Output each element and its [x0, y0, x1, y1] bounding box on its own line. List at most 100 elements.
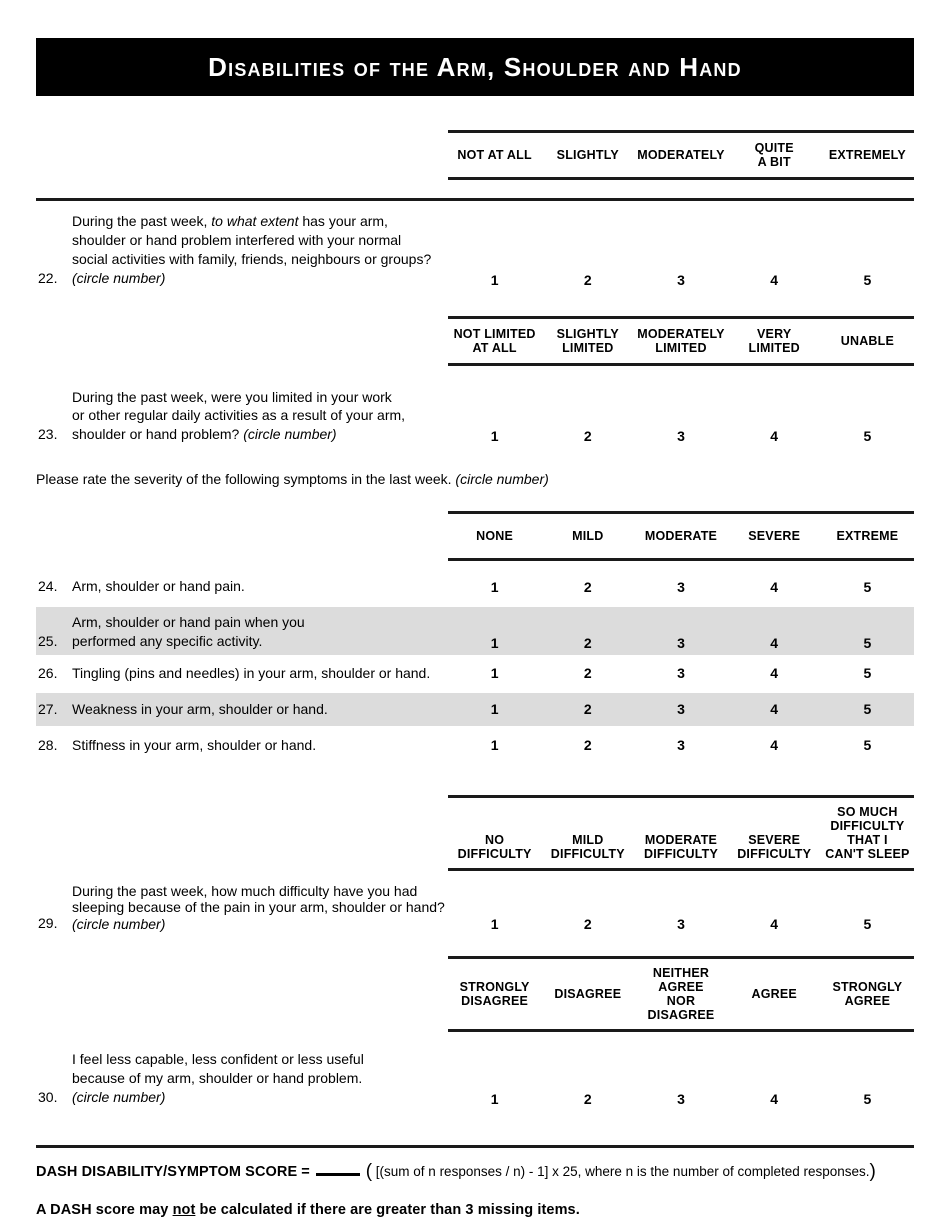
response-option-2[interactable]: 2 [541, 272, 634, 288]
question-line: During the past week, were you limited i… [72, 388, 392, 405]
question-text: During the past week, how much difficult… [72, 883, 448, 933]
response-option-5[interactable]: 5 [821, 916, 914, 932]
question-text: Weakness in your arm, shoulder or hand. [72, 700, 448, 719]
scale-label-line: MODERATELY [637, 148, 725, 162]
scale-label-line: AGREE [751, 987, 797, 1002]
question-line: or other regular daily activities as a r… [72, 407, 406, 424]
question-line: During the past week, how much difficult… [72, 882, 418, 899]
formula-close-paren: ) [869, 1161, 876, 1183]
response-option-5[interactable]: 5 [821, 579, 914, 595]
score-formula: ( [(sum of n responses / n) - 1] x 25, w… [366, 1161, 876, 1183]
question-number: 28. [38, 736, 58, 753]
response-option-5[interactable]: 5 [821, 737, 914, 753]
response-option-4[interactable]: 4 [728, 737, 821, 753]
question-number: 30. [38, 1089, 58, 1106]
dash-questionnaire-page: Disabilities of the Arm, Shoulder and Ha… [0, 0, 950, 1230]
question-row-23: 23. During the past week, were you limit… [36, 366, 914, 449]
scale-col-mild-difficulty: MILD DIFFICULTY [541, 805, 634, 861]
scale-header-agreement: STRONGLY DISAGREE DISAGREE NEITHER AGREE… [448, 956, 914, 1033]
question-number: 23. [38, 426, 58, 443]
scale-label-line: NEITHER AGREE [652, 966, 710, 995]
instruction-text: Please rate the severity of the followin… [36, 471, 456, 488]
scale-label-line: A BIT [757, 155, 791, 169]
response-option-1[interactable]: 1 [448, 665, 541, 681]
scale-label-line: SLIGHTLY [556, 148, 619, 162]
response-option-1[interactable]: 1 [448, 635, 541, 651]
response-option-2[interactable]: 2 [541, 737, 634, 753]
note-emphasis: not [172, 1202, 196, 1219]
response-option-5[interactable]: 5 [821, 272, 914, 288]
response-option-4[interactable]: 4 [728, 579, 821, 595]
question-line: Stiffness in your arm, shoulder or hand. [72, 736, 317, 753]
response-option-1[interactable]: 1 [448, 737, 541, 753]
response-option-3[interactable]: 3 [634, 428, 727, 444]
scale-label-line: CAN'T SLEEP [825, 846, 910, 861]
question-line: (circle number) [72, 916, 448, 933]
response-option-1[interactable]: 1 [448, 916, 541, 932]
response-option-5[interactable]: 5 [821, 665, 914, 681]
question-line: Weakness in your arm, shoulder or hand. [72, 700, 328, 717]
response-option-4[interactable]: 4 [728, 428, 821, 444]
scale-label-line: SEVERE [748, 832, 801, 847]
response-option-4[interactable]: 4 [728, 701, 821, 717]
scale-header-severity: NONE MILD MODERATE SEVERE EXTREME [448, 511, 914, 562]
response-option-4[interactable]: 4 [728, 665, 821, 681]
response-option-5[interactable]: 5 [821, 428, 914, 444]
response-option-2[interactable]: 2 [541, 428, 634, 444]
scale-label-line: DIFFICULTY [644, 846, 718, 861]
response-option-1[interactable]: 1 [448, 428, 541, 444]
question-number: 25. [38, 633, 58, 650]
response-option-4[interactable]: 4 [728, 916, 821, 932]
response-option-5[interactable]: 5 [821, 635, 914, 651]
response-option-2[interactable]: 2 [541, 665, 634, 681]
response-options-25: 1 2 3 4 5 [448, 635, 914, 651]
question-line: shoulder or hand problem? (circle number… [72, 425, 448, 444]
response-option-2[interactable]: 2 [541, 916, 634, 932]
response-option-5[interactable]: 5 [821, 1091, 914, 1107]
response-options-23: 1 2 3 4 5 [448, 428, 914, 444]
note-part: A DASH score may [36, 1202, 173, 1219]
question-text: Arm, shoulder or hand pain when you perf… [72, 613, 448, 651]
scale-col-severe: SEVERE [728, 521, 821, 551]
response-option-3[interactable]: 3 [634, 701, 727, 717]
response-option-2[interactable]: 2 [541, 579, 634, 595]
response-option-2[interactable]: 2 [541, 1091, 634, 1107]
response-option-3[interactable]: 3 [634, 737, 727, 753]
scale-col-moderately: MODERATELY [634, 140, 727, 170]
scale-col-extremely: EXTREMELY [821, 140, 914, 170]
question-row-28: 28. Stiffness in your arm, shoulder or h… [36, 729, 914, 762]
response-option-3[interactable]: 3 [634, 635, 727, 651]
response-option-3[interactable]: 3 [634, 916, 727, 932]
response-option-1[interactable]: 1 [448, 272, 541, 288]
dash-score-input[interactable] [315, 1164, 360, 1177]
scale-header-difficulty: NO DIFFICULTY MILD DIFFICULTY MODERATE D… [448, 794, 914, 871]
response-option-4[interactable]: 4 [728, 272, 821, 288]
scale-col-not-at-all: NOT AT ALL [448, 140, 541, 170]
response-option-3[interactable]: 3 [634, 1091, 727, 1107]
response-option-3[interactable]: 3 [634, 579, 727, 595]
response-option-1[interactable]: 1 [448, 579, 541, 595]
response-option-3[interactable]: 3 [634, 272, 727, 288]
response-option-1[interactable]: 1 [448, 701, 541, 717]
question-row-22: 22. During the past week, to what extent… [36, 201, 914, 294]
question-line: Arm, shoulder or hand pain when you [72, 614, 305, 631]
scale-label-line: LIMITED [748, 340, 800, 355]
response-option-1[interactable]: 1 [448, 1091, 541, 1107]
response-option-4[interactable]: 4 [728, 635, 821, 651]
response-option-4[interactable]: 4 [728, 1091, 821, 1107]
response-option-5[interactable]: 5 [821, 701, 914, 717]
question-line-part: has your arm, [298, 213, 388, 229]
scale-label-line: NOT AT ALL [457, 148, 532, 162]
scale-label-line: DIFFICULTY [830, 818, 905, 833]
response-options-30: 1 2 3 4 5 [448, 1091, 914, 1107]
question-text: Arm, shoulder or hand pain. [72, 577, 448, 596]
question-number: 24. [38, 578, 58, 595]
response-option-2[interactable]: 2 [541, 701, 634, 717]
missing-items-note: A DASH score may not be calculated if th… [36, 1202, 914, 1218]
circle-number-hint: (circle number) [72, 269, 166, 286]
response-option-2[interactable]: 2 [541, 635, 634, 651]
question-line-part: shoulder or hand problem? [72, 426, 244, 443]
scale-label-line: QUITE [754, 141, 794, 155]
scale-label-line: NOT LIMITED [453, 326, 536, 341]
response-option-3[interactable]: 3 [634, 665, 727, 681]
